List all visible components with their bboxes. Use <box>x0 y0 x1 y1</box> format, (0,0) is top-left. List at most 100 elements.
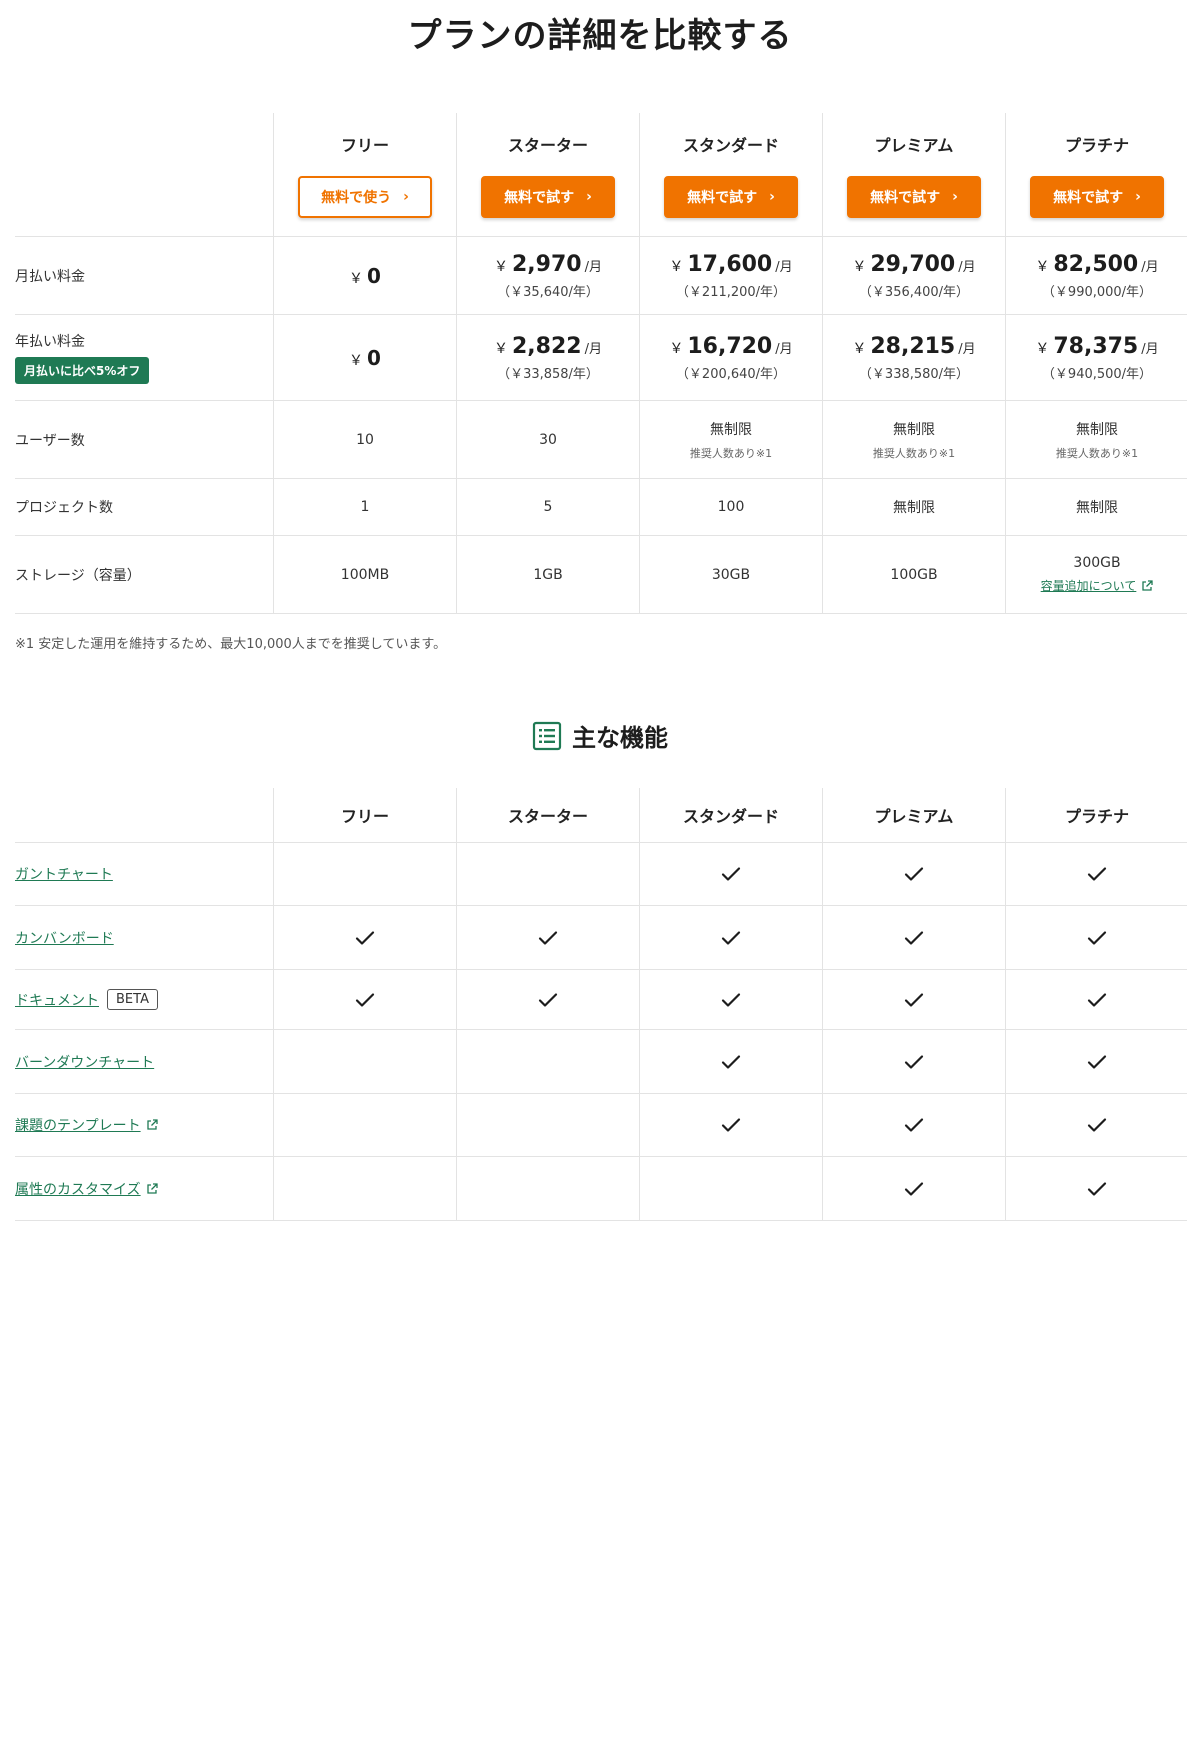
feature-cell <box>822 1094 1005 1156</box>
price-unit: /月 <box>775 341 793 357</box>
plan-header-platinum: プラチナ <box>1005 788 1188 842</box>
plan-header-row: フリー 無料で使う › スターター 無料で試す › スタンダード 無料で試す › プレ… <box>15 113 1187 237</box>
row-label: 年払い料金 <box>15 334 85 350</box>
feature-cell <box>639 1030 822 1093</box>
yearly-total: （￥211,200/年） <box>675 284 787 300</box>
feature-cell <box>456 1157 639 1220</box>
plan-header-standard: スタンダード <box>639 788 822 842</box>
price-cell: ￥ 2,970/月 （￥35,640/年） <box>456 237 639 314</box>
price-cell: ￥ 82,500/月 （￥990,000/年） <box>1005 237 1188 314</box>
cell-value: 無制限 <box>893 500 935 516</box>
monthly-price-row: 月払い料金 ￥ 0 ￥ 2,970/月 （￥35,640/年） ￥ 17,600/月 … <box>15 237 1187 315</box>
feature-cell <box>822 843 1005 905</box>
price-cell: ￥ 0 <box>273 315 456 400</box>
feature-row: 属性のカスタマイズ <box>15 1157 1187 1221</box>
currency-symbol: ￥ <box>669 340 684 357</box>
plan-name: プレミアム <box>874 807 954 826</box>
yearly-total: （￥356,400/年） <box>858 284 970 300</box>
feature-link[interactable]: ガントチャート <box>15 864 113 884</box>
row-label: ユーザー数 <box>15 432 85 449</box>
starter-trial-button[interactable]: 無料で試す › <box>481 175 615 218</box>
plan-name: プラチナ <box>1064 135 1129 155</box>
cell-value: 無制限 <box>893 421 935 438</box>
check-icon <box>721 992 741 1007</box>
plan-header-free: フリー 無料で使う › <box>273 113 456 236</box>
feature-cell <box>639 1094 822 1156</box>
feature-link[interactable]: 属性のカスタマイズ <box>15 1179 141 1199</box>
storage-row: ストレージ（容量） 100MB 1GB 30GB 100GB 300GB 容量追… <box>15 536 1187 614</box>
free-use-button[interactable]: 無料で使う › <box>298 175 432 218</box>
check-icon <box>1087 1054 1107 1069</box>
feature-link[interactable]: ドキュメント <box>15 990 99 1010</box>
price-amount: 0 <box>367 345 381 370</box>
cell-value: 100MB <box>340 566 390 583</box>
check-icon <box>904 930 924 945</box>
value-cell: 100MB <box>273 536 456 613</box>
feature-cell <box>1005 1030 1188 1093</box>
platinum-trial-button[interactable]: 無料で試す › <box>1030 175 1164 218</box>
feature-cell <box>273 906 456 969</box>
feature-link[interactable]: カンバンボード <box>15 928 114 948</box>
standard-trial-button[interactable]: 無料で試す › <box>664 175 798 218</box>
feature-cell <box>456 970 639 1029</box>
check-icon <box>904 1181 924 1196</box>
value-cell: 5 <box>456 479 639 535</box>
plan-name: フリー <box>340 135 389 155</box>
price-cell: ￥ 16,720/月 （￥200,640/年） <box>639 315 822 400</box>
feature-cell <box>456 906 639 969</box>
annual-price-row: 年払い料金 月払いに比べ5%オフ ￥ 0 ￥ 2,822/月 （￥33,858/年）… <box>15 315 1187 401</box>
feature-cell <box>639 1157 822 1220</box>
feature-cell <box>822 906 1005 969</box>
yearly-total: （￥940,500/年） <box>1041 366 1153 382</box>
chevron-right-icon: › <box>1135 188 1141 205</box>
cell-value: 無制限 <box>1076 500 1118 516</box>
plan-header-starter: スターター 無料で試す › <box>456 113 639 236</box>
plan-name: プラチナ <box>1064 807 1129 826</box>
value-cell: 30 <box>456 401 639 478</box>
footnote: ※1 安定した運用を維持するため、最大10,000人までを推奨しています。 <box>15 637 447 652</box>
feature-label: バーンダウンチャート <box>15 1052 154 1072</box>
check-icon <box>904 867 924 881</box>
price-cell: ￥ 2,822/月 （￥33,858/年） <box>456 315 639 400</box>
cell-value: 100 <box>717 499 745 515</box>
feature-cell <box>1005 1094 1188 1156</box>
price-cell: ￥ 17,600/月 （￥211,200/年） <box>639 237 822 314</box>
currency-symbol: ￥ <box>494 340 508 357</box>
price-amount: 29,700 <box>870 251 956 277</box>
price-amount: 0 <box>367 263 381 288</box>
yearly-total: （￥338,580/年） <box>858 366 970 382</box>
cell-value: 30 <box>539 431 557 448</box>
row-label: ストレージ（容量） <box>15 567 141 584</box>
cell-value: 無制限 <box>710 421 752 438</box>
feature-link[interactable]: バーンダウンチャート <box>15 1052 154 1072</box>
feature-cell <box>822 1030 1005 1093</box>
storage-addon-link[interactable]: 容量追加について <box>1041 577 1154 594</box>
button-label: 無料で試す <box>1053 189 1124 206</box>
features-header-row: フリー スターター スタンダード プレミアム プラチナ <box>15 788 1187 843</box>
feature-cell <box>273 1030 456 1093</box>
value-cell: 無制限 <box>1005 479 1188 535</box>
feature-row: ドキュメント BETA <box>15 970 1187 1030</box>
check-icon <box>1087 930 1107 945</box>
check-icon <box>721 1054 741 1069</box>
cell-value: 5 <box>543 499 553 515</box>
cell-note: 推奨人数あり※1 <box>689 446 773 460</box>
currency-symbol: ￥ <box>1035 258 1050 275</box>
feature-label: カンバンボード <box>15 928 114 948</box>
link-label: 容量追加について <box>1040 579 1137 593</box>
check-icon <box>904 992 924 1007</box>
feature-cell <box>822 1157 1005 1220</box>
feature-row: バーンダウンチャート <box>15 1030 1187 1094</box>
button-label: 無料で使う <box>321 189 392 206</box>
plan-header-standard: スタンダード 無料で試す › <box>639 113 822 236</box>
external-link-icon <box>146 1182 158 1194</box>
price-unit: /月 <box>1141 341 1159 357</box>
feature-cell <box>639 843 822 905</box>
value-cell: 無制限推奨人数あり※1 <box>639 401 822 478</box>
feature-link[interactable]: 課題のテンプレート <box>15 1115 141 1135</box>
value-cell: 300GB 容量追加について <box>1005 536 1188 613</box>
check-icon <box>1087 867 1107 881</box>
price-unit: /月 <box>958 259 976 275</box>
premium-trial-button[interactable]: 無料で試す › <box>847 175 981 218</box>
price-cell: ￥ 28,215/月 （￥338,580/年） <box>822 315 1005 400</box>
